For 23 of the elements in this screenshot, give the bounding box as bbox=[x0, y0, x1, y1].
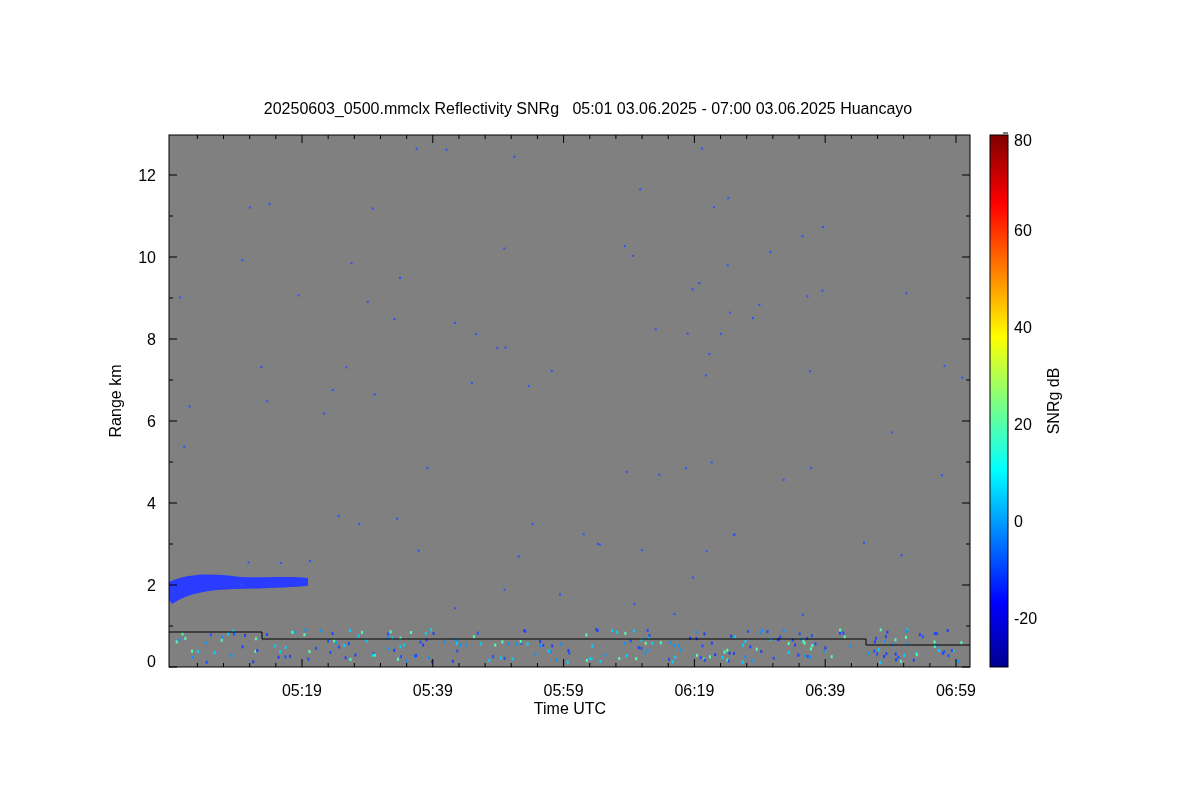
y-tick-label: 2 bbox=[147, 577, 156, 594]
color-scale-label: 80 bbox=[1014, 132, 1032, 149]
color-scale-label: 40 bbox=[1014, 319, 1032, 336]
color-scale-label: 60 bbox=[1014, 222, 1032, 239]
y-tick-label: 6 bbox=[147, 413, 156, 430]
color-scale-label: 0 bbox=[1014, 513, 1023, 530]
x-tick-label: 06:39 bbox=[805, 682, 846, 699]
x-tick-label: 05:59 bbox=[543, 682, 584, 699]
y-tick-label: 0 bbox=[147, 653, 156, 670]
y-axis-label: Range km bbox=[107, 364, 124, 438]
x-tick-label: 05:19 bbox=[282, 682, 322, 699]
y-tick-label: 10 bbox=[138, 249, 156, 266]
x-axis-label: Time UTC bbox=[533, 700, 607, 717]
y-tick-label: 4 bbox=[147, 495, 156, 512]
plot-title: 20250603_0500.mmclx Reflectivity SNRg 05:01 03.06.2025 - 07:00 03.06.2025 Huancayo bbox=[263, 100, 913, 117]
x-tick-label: 06:19 bbox=[674, 682, 715, 699]
color-scale-title: SNRg dB bbox=[1045, 367, 1062, 435]
y-tick-label: 8 bbox=[147, 331, 156, 348]
color-scale-label: -20 bbox=[1014, 610, 1038, 627]
x-tick-label: 05:39 bbox=[412, 682, 453, 699]
x-tick-label: 06:59 bbox=[936, 682, 976, 699]
y-tick-label: 12 bbox=[138, 167, 156, 184]
color-scale-label: 20 bbox=[1014, 416, 1032, 433]
